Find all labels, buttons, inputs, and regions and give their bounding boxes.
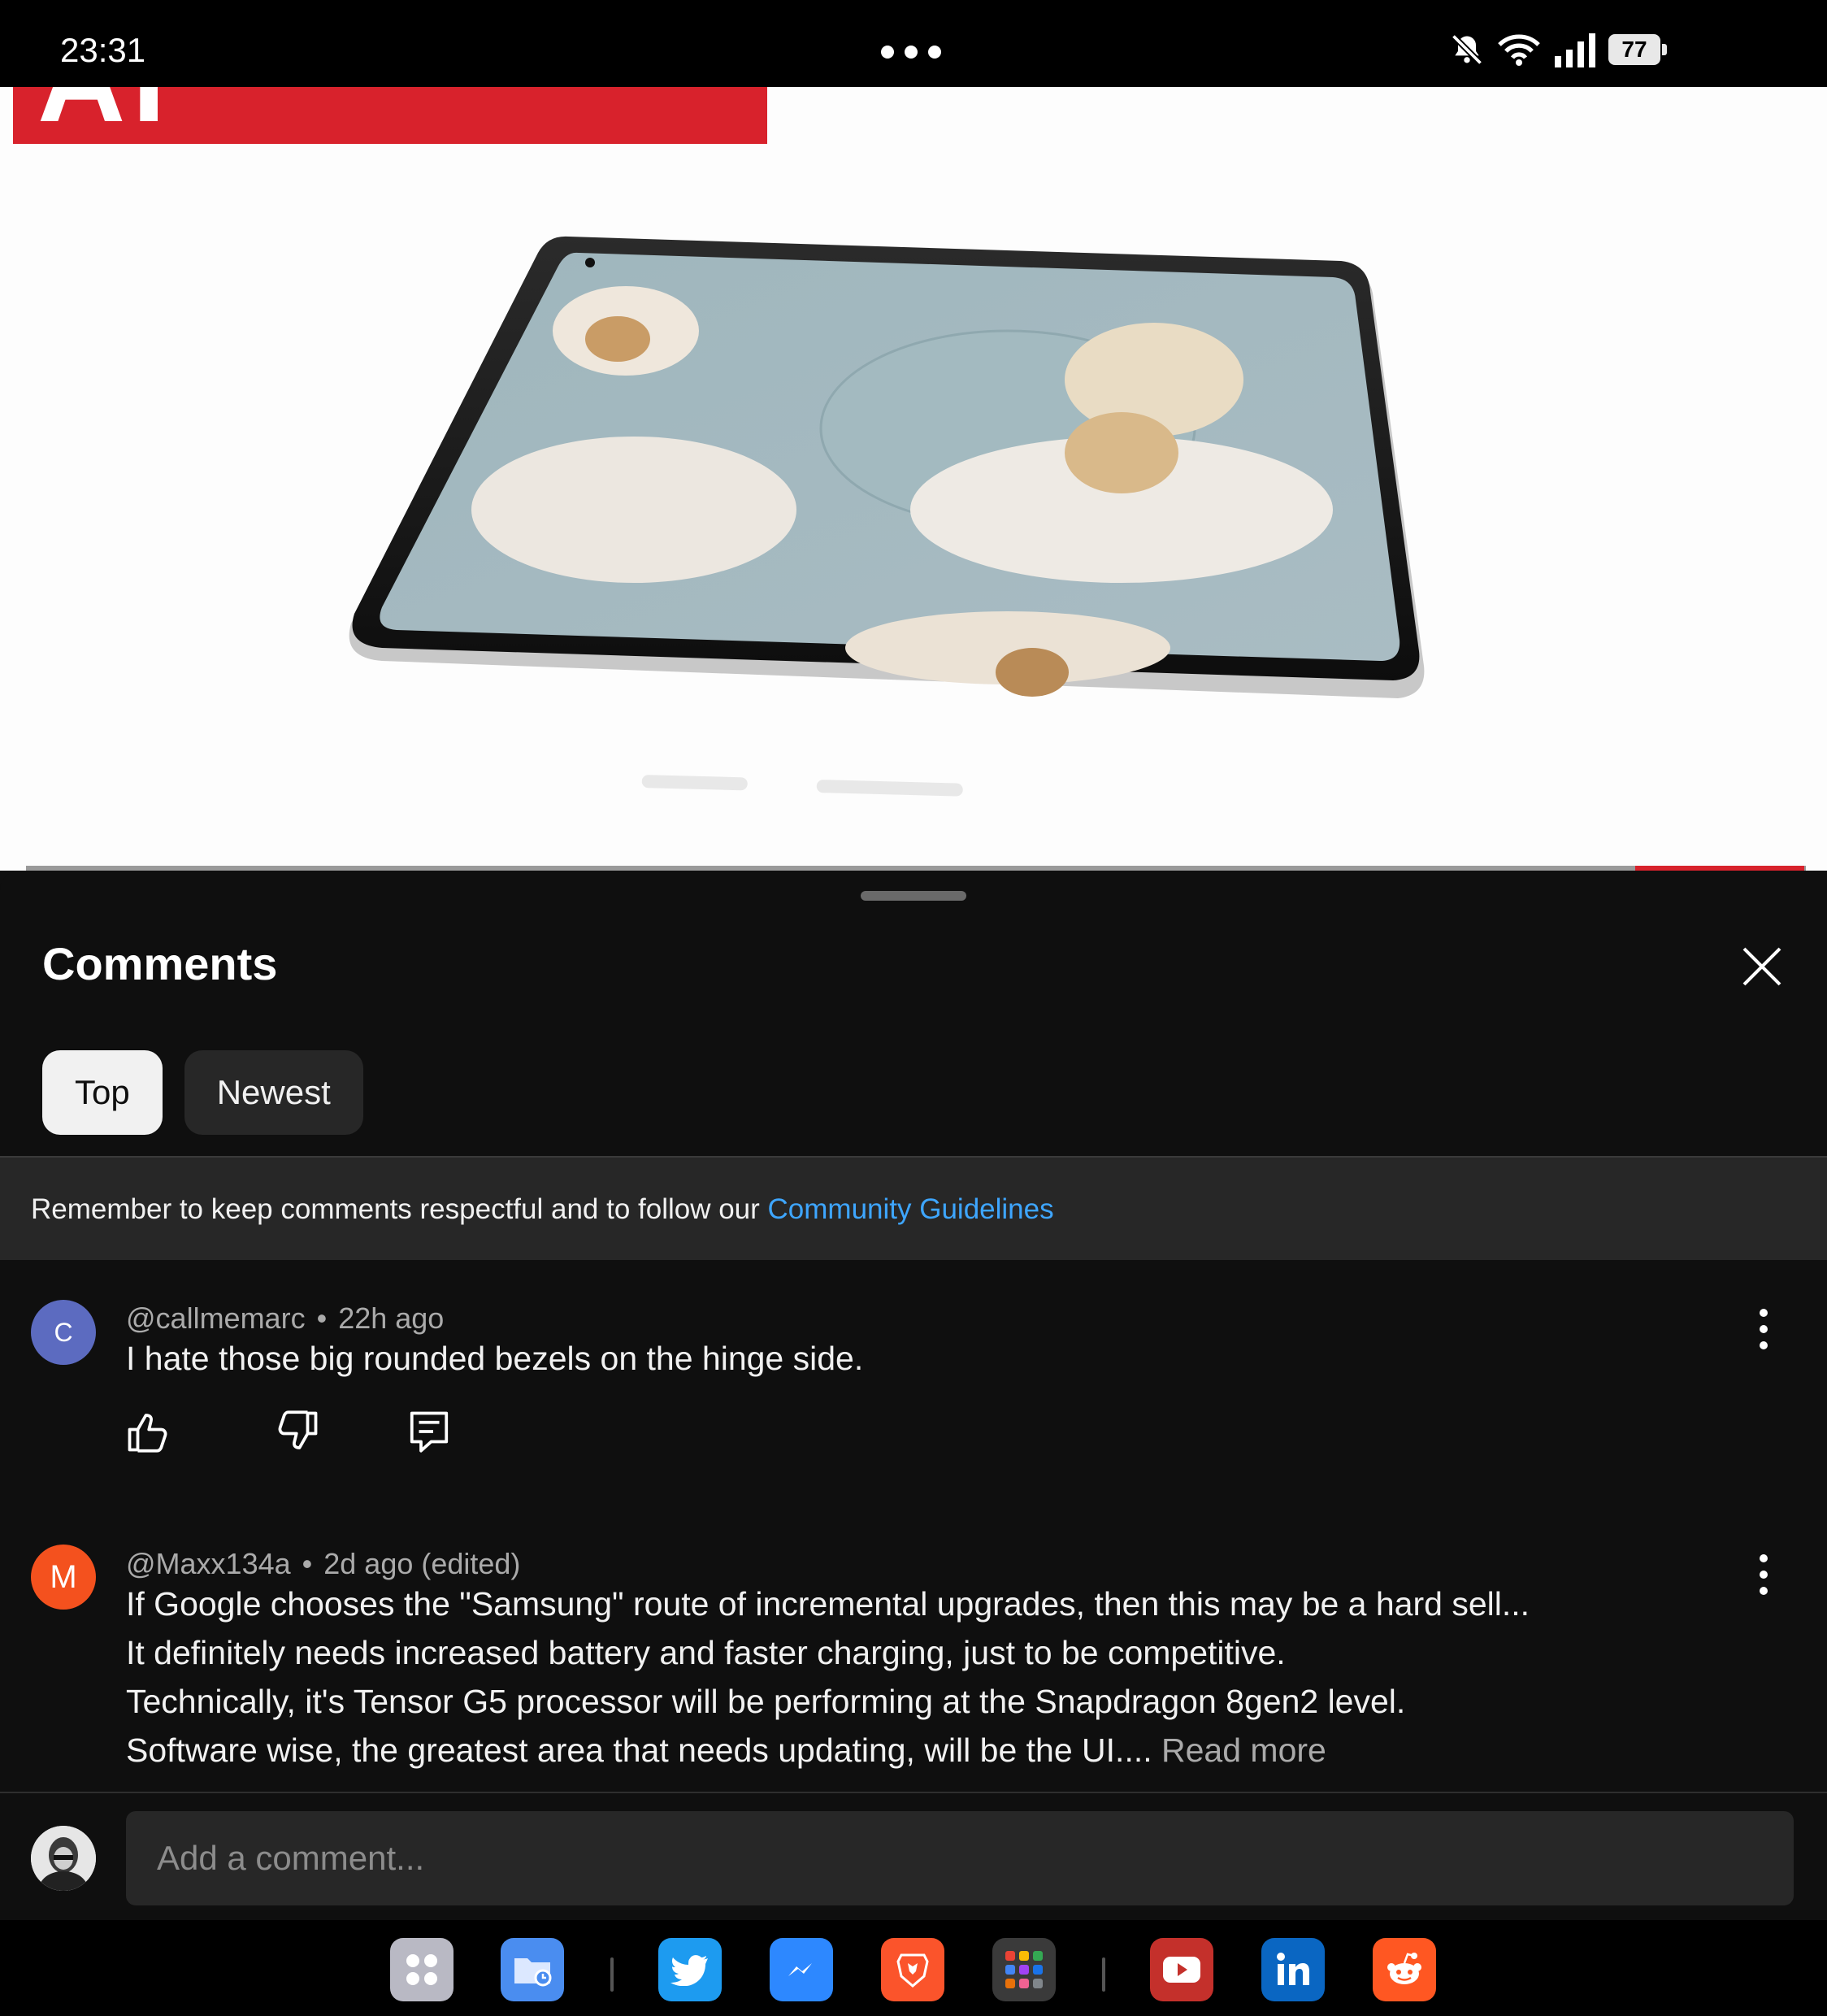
dock-separator bbox=[610, 1957, 614, 1992]
files-glyph bbox=[514, 1958, 552, 1987]
linkedin-glyph bbox=[1277, 1953, 1309, 1985]
signal-icon bbox=[1555, 33, 1595, 67]
files-icon[interactable] bbox=[501, 1938, 564, 2001]
comments-panel: Comments Top Newest Remember to keep com… bbox=[0, 871, 1827, 1919]
linkedin-icon[interactable] bbox=[1261, 1938, 1325, 2001]
meta-separator: • bbox=[302, 1547, 313, 1580]
youtube-icon[interactable] bbox=[1150, 1938, 1213, 2001]
comment-line-text: Software wise, the greatest area that ne… bbox=[126, 1731, 1162, 1769]
sort-tabs: Top Newest bbox=[42, 1050, 363, 1135]
comment-time: 22h ago bbox=[338, 1301, 445, 1335]
user-avatar-image bbox=[31, 1826, 96, 1891]
read-more-link[interactable]: Read more bbox=[1161, 1731, 1326, 1769]
tab-newest[interactable]: Newest bbox=[184, 1050, 363, 1135]
comment-composer bbox=[0, 1792, 1827, 1922]
avatar[interactable]: C bbox=[31, 1300, 96, 1365]
tab-top[interactable]: Top bbox=[42, 1050, 163, 1135]
app-drawer-icon[interactable] bbox=[390, 1938, 453, 2001]
guidelines-message: Remember to keep comments respectful and… bbox=[31, 1193, 768, 1225]
wifi-icon bbox=[1498, 34, 1540, 66]
twitter-glyph bbox=[670, 1955, 708, 1986]
comment-meta: @callmemarc • 22h ago bbox=[126, 1301, 444, 1336]
app-folder-icon[interactable] bbox=[992, 1938, 1056, 2001]
comment-text: If Google chooses the "Samsung" route of… bbox=[126, 1579, 1735, 1775]
reply-icon[interactable] bbox=[405, 1407, 453, 1456]
status-icons: 77 bbox=[1449, 29, 1667, 70]
battery-icon: 77 bbox=[1608, 34, 1667, 65]
comment-author[interactable]: @callmemarc bbox=[126, 1301, 306, 1335]
comment-author[interactable]: @Maxx134a bbox=[126, 1547, 291, 1580]
comment-text: I hate those big rounded bezels on the h… bbox=[126, 1334, 1735, 1383]
video-player[interactable]: AI EXCLUSIVE bbox=[0, 87, 1827, 871]
comment-meta: @Maxx134a • 2d ago (edited) bbox=[126, 1547, 520, 1581]
user-avatar[interactable] bbox=[31, 1826, 96, 1891]
status-time: 23:31 bbox=[60, 31, 146, 69]
status-bar: 23:31 77 bbox=[0, 0, 1827, 87]
comment-line: If Google chooses the "Samsung" route of… bbox=[126, 1585, 1530, 1623]
drag-handle[interactable] bbox=[861, 891, 966, 901]
more-dots-icon[interactable] bbox=[881, 46, 952, 63]
messenger-glyph bbox=[788, 1963, 812, 1976]
community-guidelines-link[interactable]: Community Guidelines bbox=[768, 1193, 1054, 1225]
meta-separator: • bbox=[316, 1301, 328, 1335]
avatar-letter: M bbox=[50, 1558, 77, 1595]
close-icon[interactable] bbox=[1738, 942, 1786, 991]
more-vert-icon[interactable] bbox=[1747, 1550, 1780, 1599]
comment-line: Technically, it's Tensor G5 processor wi… bbox=[126, 1683, 1406, 1720]
guidelines-text: Remember to keep comments respectful and… bbox=[31, 1193, 1054, 1226]
reddit-icon[interactable] bbox=[1373, 1938, 1436, 2001]
youtube-glyph bbox=[1163, 1957, 1200, 1983]
more-vert-icon[interactable] bbox=[1747, 1305, 1780, 1353]
taskbar-dock bbox=[0, 1920, 1827, 2016]
comment-text-content: I hate those big rounded bezels on the h… bbox=[126, 1340, 864, 1377]
reddit-glyph bbox=[1387, 1953, 1421, 1984]
brave-icon[interactable] bbox=[881, 1938, 944, 2001]
video-frame bbox=[349, 236, 1425, 797]
comment-time: 2d ago (edited) bbox=[323, 1547, 521, 1580]
mute-icon bbox=[1451, 33, 1483, 66]
dislike-icon[interactable] bbox=[273, 1407, 322, 1456]
brave-glyph bbox=[896, 1953, 929, 1988]
guidelines-banner: Remember to keep comments respectful and… bbox=[0, 1156, 1827, 1260]
twitter-icon[interactable] bbox=[658, 1938, 722, 2001]
comment-line: It definitely needs increased battery an… bbox=[126, 1634, 1286, 1671]
panel-title: Comments bbox=[42, 938, 278, 989]
comment-input[interactable] bbox=[126, 1811, 1794, 1905]
app-folder-glyph bbox=[1005, 1951, 1043, 1988]
messenger-icon[interactable] bbox=[770, 1938, 833, 2001]
comment-line: Software wise, the greatest area that ne… bbox=[126, 1726, 1735, 1775]
avatar-letter: C bbox=[54, 1317, 73, 1347]
like-icon[interactable] bbox=[124, 1407, 172, 1456]
app-drawer-glyph bbox=[406, 1954, 437, 1985]
dock-separator bbox=[1102, 1957, 1105, 1992]
avatar[interactable]: M bbox=[31, 1545, 96, 1610]
